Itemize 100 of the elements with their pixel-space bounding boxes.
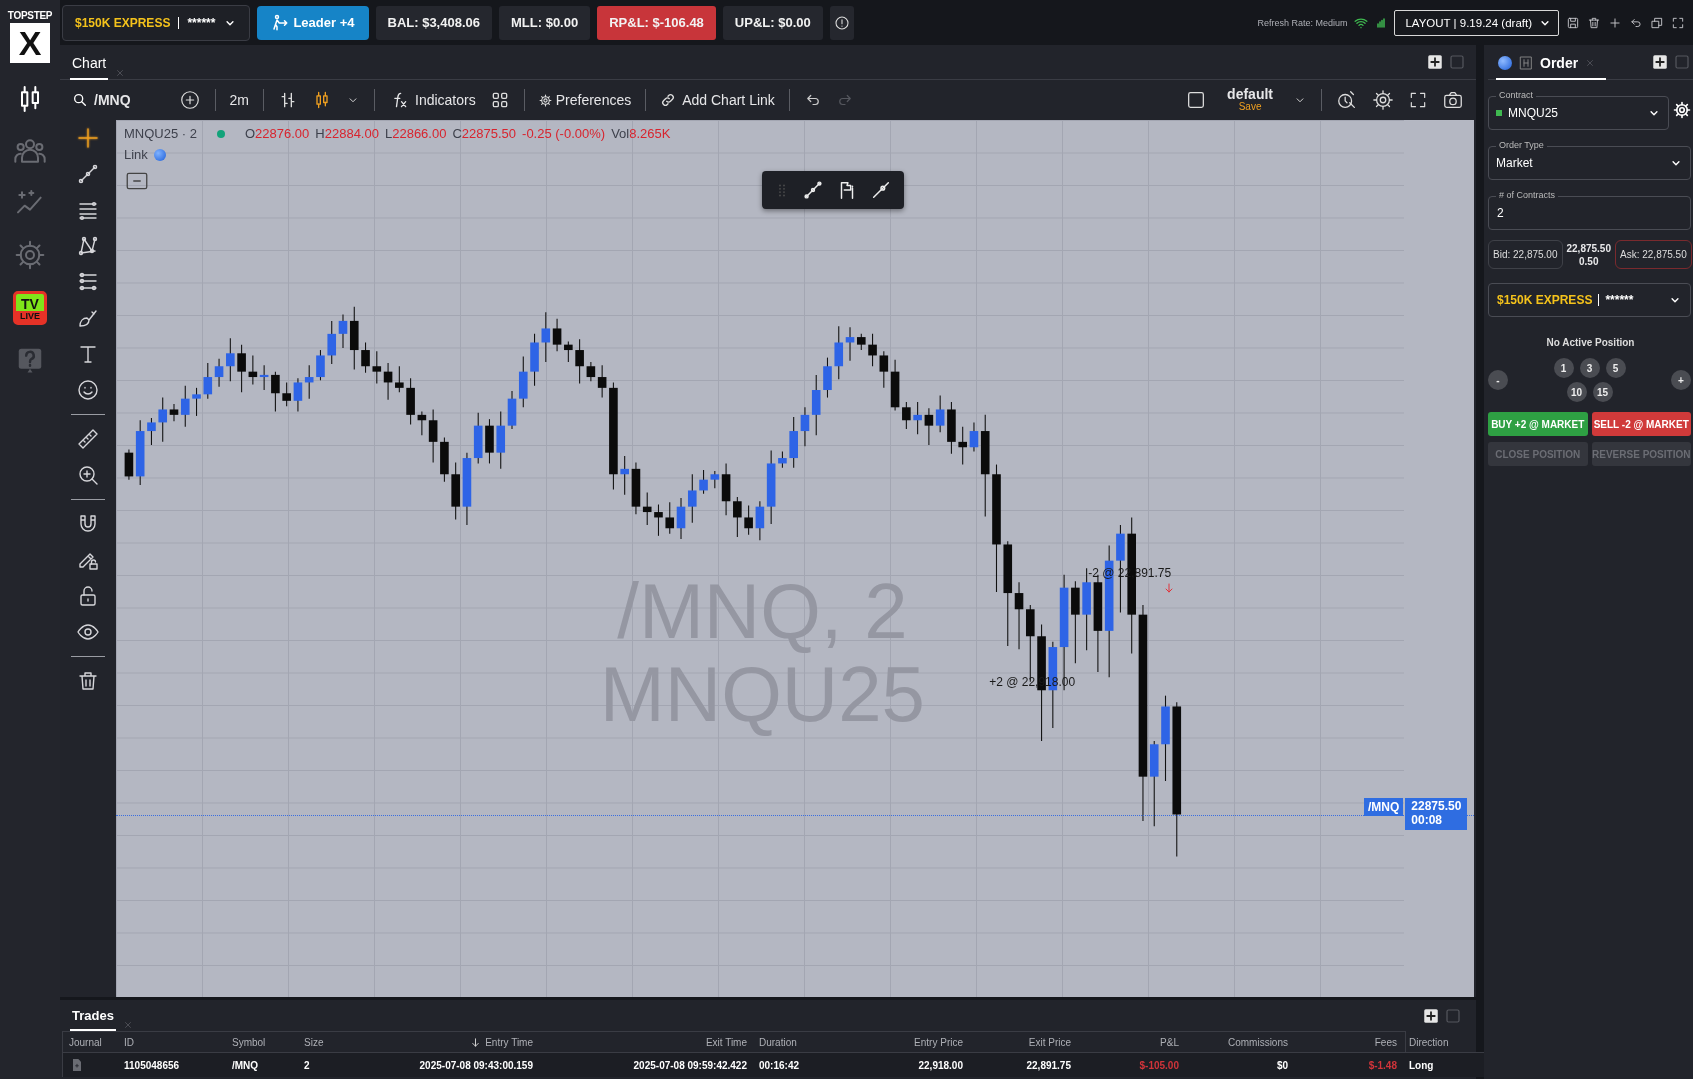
- contract-dropdown[interactable]: Contract MNQU25: [1488, 90, 1669, 130]
- link-label: Link: [124, 147, 148, 162]
- price-symbol-tag: /MNQ: [1364, 797, 1404, 816]
- status-dot: [216, 129, 225, 138]
- table-cell: 1105048656: [118, 1052, 226, 1077]
- account-stat: UP&L: $0.00: [722, 5, 823, 40]
- order-type-dropdown[interactable]: Order Type Market: [1488, 140, 1691, 180]
- preferences-button[interactable]: Preferences: [538, 92, 632, 108]
- emoji-tool-icon[interactable]: [76, 378, 100, 402]
- search-icon: [72, 92, 88, 108]
- trades-tab[interactable]: Trades: [70, 1001, 116, 1031]
- column-header[interactable]: Direction: [1403, 1032, 1488, 1052]
- column-header[interactable]: Exit Price: [969, 1032, 1077, 1052]
- zoom-tool-icon[interactable]: [76, 463, 100, 487]
- camera-icon[interactable]: [1442, 89, 1464, 111]
- quantity-preset[interactable]: 3: [1579, 358, 1600, 378]
- ask-button[interactable]: Ask: 22,875.50: [1615, 240, 1692, 269]
- column-header[interactable]: Entry Time: [373, 1032, 539, 1052]
- ohlc-value: H22884.00: [315, 126, 379, 141]
- indicators-button[interactable]: Indicators: [389, 90, 476, 110]
- plus-icon[interactable]: [1608, 15, 1622, 30]
- increase-button[interactable]: +: [1671, 370, 1691, 390]
- table-cell: 2: [298, 1052, 373, 1077]
- table-cell: $-105.00: [1077, 1052, 1185, 1077]
- template-selector[interactable]: default Save: [1221, 87, 1279, 113]
- chart-title: MNQU25 · 2: [124, 126, 197, 141]
- quantity-preset[interactable]: 15: [1592, 382, 1613, 402]
- fullscreen-icon[interactable]: [1671, 15, 1685, 30]
- trash-tool-icon[interactable]: [76, 669, 100, 693]
- info-button[interactable]: [829, 5, 854, 40]
- chart-tab[interactable]: Chart: [70, 48, 109, 80]
- add-panel-icon[interactable]: [1426, 53, 1444, 71]
- restore-window-icon[interactable]: [1650, 15, 1664, 30]
- bid-button[interactable]: Bid: 22,875.00: [1488, 240, 1563, 269]
- crosshair-tool-icon[interactable]: [76, 126, 100, 150]
- alert-icon[interactable]: [1336, 89, 1358, 111]
- column-header[interactable]: Duration: [753, 1032, 843, 1052]
- logo-mark: X: [10, 23, 50, 63]
- account-stat: RP&L: $-106.48: [597, 5, 716, 40]
- account-dropdown[interactable]: $150K EXPRESS ******: [1488, 283, 1691, 317]
- logo-text: TOPSTEP: [7, 10, 53, 21]
- decrease-button[interactable]: -: [1488, 370, 1508, 390]
- field-label: # of Contracts: [1496, 190, 1559, 201]
- account-stat: BAL: $3,408.06: [375, 5, 492, 40]
- table-cell: 00:16:42: [753, 1052, 843, 1077]
- refresh-rate-label: Refresh Rate: Medium: [1257, 17, 1348, 28]
- table-cell: 22,891.75: [969, 1052, 1077, 1077]
- quantity-preset[interactable]: 10: [1566, 382, 1587, 402]
- change-value: -0.25 (-0.00%): [522, 126, 606, 141]
- table-cell: $0: [1185, 1052, 1294, 1077]
- account-stat: MLL: $0.00: [499, 5, 591, 40]
- link-dot: [153, 148, 166, 161]
- add-chart-link-button[interactable]: Add Chart Link: [660, 92, 775, 108]
- trend-line-icon[interactable]: [802, 178, 825, 201]
- order-tab[interactable]: Order: [1496, 48, 1607, 80]
- table-cell: 2025-07-08 09:59:42.422: [539, 1052, 753, 1077]
- trend-line-tool-icon[interactable]: [76, 162, 100, 186]
- pattern-tool-icon[interactable]: [76, 234, 100, 258]
- table-cell: 2025-07-08 09:43:00.159: [373, 1052, 539, 1077]
- interval-button[interactable]: 2m: [229, 92, 249, 108]
- position-status: No Active Position: [1545, 337, 1636, 348]
- volume-value: Vol8.265K: [611, 126, 671, 141]
- symbol-search[interactable]: /MNQ: [72, 92, 131, 108]
- signal-bars-icon: [1375, 16, 1388, 29]
- column-header[interactable]: ID: [118, 1032, 226, 1052]
- account-dropdown[interactable]: $150K EXPRESS ******: [62, 4, 251, 41]
- column-header[interactable]: Commissions: [1185, 1032, 1294, 1052]
- add-symbol-icon[interactable]: [178, 89, 201, 111]
- table-cell: $-1.48: [1294, 1052, 1403, 1077]
- quantity-preset[interactable]: 5: [1605, 358, 1626, 378]
- ohlc-value: C22875.50: [452, 126, 517, 141]
- add-panel-icon[interactable]: [1422, 1006, 1440, 1025]
- quantity-preset[interactable]: 1: [1553, 358, 1574, 378]
- column-header[interactable]: Exit Time: [539, 1032, 753, 1052]
- link-icon: [660, 92, 677, 108]
- layout-dropdown[interactable]: LAYOUT | 9.19.24 (draft): [1394, 9, 1559, 36]
- column-header[interactable]: Entry Price: [843, 1032, 969, 1052]
- spread-value: 0.50: [1579, 255, 1599, 267]
- column-header[interactable]: P&L: [1077, 1032, 1185, 1052]
- last-price: 22,875.50: [1566, 242, 1611, 254]
- column-header[interactable]: Symbol: [226, 1032, 298, 1052]
- info-icon: [833, 14, 850, 31]
- h-box-icon: [1518, 55, 1534, 71]
- wifi-icon: [1354, 15, 1369, 30]
- ruler-tool-icon[interactable]: [76, 427, 100, 451]
- ohlc-value: O22876.00: [244, 126, 310, 141]
- fullscreen-icon[interactable]: [1408, 90, 1428, 110]
- settings-icon: [538, 93, 552, 107]
- live-badge[interactable]: TV LIVE: [13, 291, 47, 325]
- add-panel-icon[interactable]: [1651, 53, 1669, 71]
- save-icon[interactable]: [1566, 15, 1580, 30]
- column-header[interactable]: Fees: [1294, 1032, 1403, 1052]
- walking-person-icon: [271, 13, 290, 32]
- price-tag: 22875.50 00:08: [1405, 797, 1468, 830]
- sell-button[interactable]: SELL -2 @ MARKET: [1591, 412, 1691, 436]
- column-header[interactable]: Journal: [63, 1032, 118, 1052]
- table-cell: /MNQ: [226, 1052, 298, 1077]
- column-header[interactable]: Size: [298, 1032, 373, 1052]
- leader-button[interactable]: Leader +4: [257, 5, 369, 40]
- trash-icon[interactable]: [1587, 15, 1601, 30]
